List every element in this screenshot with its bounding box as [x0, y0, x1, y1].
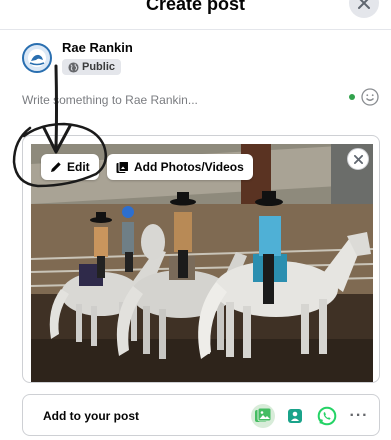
more-options-button[interactable]: ···	[347, 404, 371, 428]
pencil-icon	[51, 162, 61, 172]
emoji-icon[interactable]	[361, 88, 379, 106]
dialog-header: Create post	[0, 0, 391, 30]
whatsapp-icon	[317, 406, 337, 426]
composer-tools	[349, 88, 379, 106]
close-icon	[358, 0, 370, 9]
author-name: Rae Rankin	[62, 40, 133, 55]
audience-selector[interactable]: Public	[62, 59, 122, 75]
logo-icon	[28, 49, 46, 67]
edit-label: Edit	[67, 160, 90, 174]
add-photos-videos-button[interactable]: Add Photos/Videos	[107, 154, 253, 180]
status-dot	[349, 94, 355, 100]
media-attachment: Edit Add Photos/Videos	[22, 135, 380, 383]
tag-people-button[interactable]	[283, 404, 307, 428]
add-photos-label: Add Photos/Videos	[134, 160, 244, 174]
close-button[interactable]	[349, 0, 379, 18]
add-to-post-label: Add to your post	[43, 409, 139, 423]
dialog-title: Create post	[145, 0, 246, 14]
post-text-input[interactable]: Write something to Rae Rankin...	[22, 93, 198, 107]
avatar	[22, 43, 52, 73]
close-icon	[353, 154, 363, 164]
more-icon: ···	[349, 407, 369, 424]
photo-video-button[interactable]	[251, 404, 275, 428]
globe-icon	[68, 61, 79, 73]
add-photo-icon	[116, 160, 129, 173]
edit-button[interactable]: Edit	[41, 154, 99, 180]
photo-icon	[255, 407, 272, 422]
whatsapp-button[interactable]	[315, 404, 339, 428]
author-row: Rae Rankin Public	[22, 40, 133, 78]
remove-media-button[interactable]	[347, 148, 369, 170]
add-to-post-bar: Add to your post ···	[22, 394, 380, 436]
audience-label: Public	[82, 61, 116, 73]
add-to-post-icons: ···	[251, 404, 371, 428]
tag-people-icon	[288, 409, 302, 423]
